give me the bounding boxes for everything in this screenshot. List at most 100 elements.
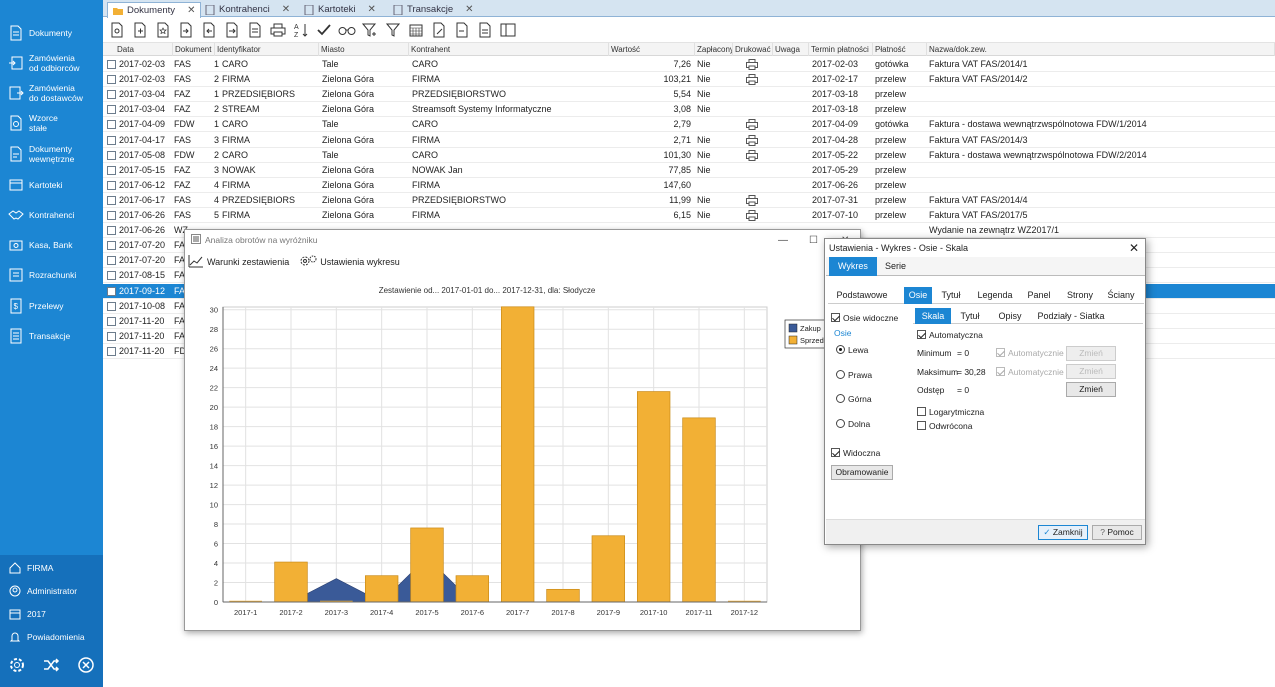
close-icon[interactable]: ✕ [187, 5, 195, 16]
printer-icon[interactable] [746, 149, 758, 161]
col-data[interactable]: Data [115, 43, 173, 56]
tab-wykres[interactable]: Wykres [829, 257, 877, 276]
tab-serie[interactable]: Serie [876, 257, 915, 276]
sidebar-item-zamowienia-dostawcow[interactable]: Zamówienia do dostawców [0, 78, 103, 108]
table-row[interactable]: 2017-03-04 FAZ 1 PRZEDSIĘBIORS Zielona Góra P… [103, 87, 1275, 103]
automatic-checkbox[interactable] [917, 330, 926, 339]
tab-sciany[interactable]: Ściany [1106, 287, 1136, 304]
document-back-icon[interactable] [452, 20, 472, 40]
document-edit-icon[interactable] [429, 20, 449, 40]
close-icon[interactable]: ✕ [368, 4, 376, 15]
row-checkbox[interactable] [107, 90, 116, 100]
sidebar-firma[interactable]: FIRMA [0, 558, 103, 578]
row-checkbox[interactable] [107, 165, 116, 175]
maximum-auto-checkbox[interactable] [996, 367, 1005, 376]
row-checkbox[interactable] [107, 226, 116, 236]
col-wartosc[interactable]: Wartość [609, 43, 695, 56]
printer-icon[interactable] [746, 74, 758, 86]
visible-checkbox[interactable] [831, 448, 840, 457]
sidebar-notifications[interactable]: Powiadomienia [0, 627, 103, 647]
sidebar-item-kontrahenci[interactable]: Kontrahenci [0, 200, 103, 230]
log-checkbox[interactable] [917, 407, 926, 416]
sort-az-icon[interactable]: AZ [291, 20, 311, 40]
minimize-icon[interactable]: — [778, 235, 788, 246]
close-icon[interactable]: ✕ [465, 4, 473, 15]
filter-icon[interactable] [383, 20, 403, 40]
minimum-change-button[interactable]: Zmień [1066, 346, 1116, 361]
table-row[interactable]: 2017-02-03 FAS 1 CARO Tale CARO 7,26 Nie 2017-02… [103, 57, 1275, 72]
chart-settings-button[interactable]: Ustawienia wykresu [299, 254, 400, 270]
gear-icon[interactable] [8, 656, 26, 676]
step-change-button[interactable]: Zmień [1066, 382, 1116, 397]
table-row[interactable]: 2017-02-03 FAS 2 FIRMA Zielona Góra FIRMA 103,… [103, 72, 1275, 88]
sidebar-item-transakcje[interactable]: Transakcje [0, 321, 103, 351]
row-checkbox[interactable] [107, 180, 116, 190]
preview-icon[interactable] [107, 20, 127, 40]
axis-lewa-radio[interactable] [836, 345, 845, 354]
sidebar-item-dokumenty-wewnetrzne[interactable]: Dokumenty wewnętrzne [0, 139, 103, 169]
calendar-grid-icon[interactable] [406, 20, 426, 40]
sidebar-item-zamowienia-odbiorcow[interactable]: Zamówienia od odbiorców [0, 48, 103, 78]
printer-icon[interactable] [746, 210, 758, 221]
binoculars-icon[interactable] [337, 20, 357, 40]
sidebar-item-kasa-bank[interactable]: Kasa, Bank [0, 230, 103, 260]
col-nazwa[interactable]: Nazwa/dok.zew. [927, 43, 1275, 56]
col-drukowac[interactable]: Drukować [733, 43, 773, 56]
table-row[interactable]: 2017-06-12 FAZ 4 FIRMA Zielona Góra FIRMA 147,… [103, 178, 1275, 193]
axis-dolna-radio[interactable] [836, 419, 845, 428]
columns-icon[interactable] [498, 20, 518, 40]
filter-add-icon[interactable] [360, 20, 380, 40]
row-checkbox[interactable] [107, 271, 116, 281]
sidebar-item-dokumenty[interactable]: Dokumenty [0, 18, 103, 48]
col-identyfikator[interactable]: Identyfikator [215, 43, 319, 56]
maximize-icon[interactable]: ☐ [809, 235, 818, 246]
row-checkbox[interactable] [107, 286, 116, 296]
row-checkbox[interactable] [107, 150, 116, 160]
export-icon[interactable] [176, 20, 196, 40]
col-dokument[interactable]: Dokument [173, 43, 215, 56]
tab-skala[interactable]: Skala [915, 308, 951, 324]
sidebar-item-kartoteki[interactable]: Kartoteki [0, 170, 103, 200]
forward-icon[interactable] [222, 20, 242, 40]
tab-osie[interactable]: Osie [904, 287, 932, 304]
row-checkbox[interactable] [107, 75, 116, 85]
row-checkbox[interactable] [107, 211, 116, 220]
tab-tytul-osi[interactable]: Tytuł [955, 308, 985, 324]
col-miasto[interactable]: Miasto [319, 43, 409, 56]
sidebar-item-rozrachunki[interactable]: Rozrachunki [0, 260, 103, 290]
sidebar-year[interactable]: 2017 [0, 604, 103, 624]
axis-prawa-radio[interactable] [836, 370, 845, 379]
document-lines-icon[interactable] [475, 20, 495, 40]
tab-opisy[interactable]: Opisy [995, 308, 1025, 324]
col-zaplacony[interactable]: Zapłacony [695, 43, 733, 56]
border-button[interactable]: Obramowanie [831, 465, 893, 480]
row-checkbox[interactable] [107, 316, 116, 326]
table-row[interactable]: 2017-04-09 FDW 1 CARO Tale CARO 2,79 2017-04-09… [103, 117, 1275, 133]
tab-panel[interactable]: Panel [1025, 287, 1053, 304]
inverted-checkbox[interactable] [917, 421, 926, 430]
printer-icon[interactable] [746, 59, 758, 70]
row-checkbox[interactable] [107, 135, 116, 145]
table-row[interactable]: 2017-04-17 FAS 3 FIRMA Zielona Góra FIRMA 2,71… [103, 133, 1275, 148]
sidebar-user[interactable]: Administrator [0, 581, 103, 601]
printer-icon[interactable] [746, 119, 758, 131]
conditions-button[interactable]: Warunki zestawienia [188, 254, 289, 270]
table-row[interactable]: 2017-06-26 FAS 5 FIRMA Zielona Góra FIRMA 6,15… [103, 208, 1275, 223]
axis-gorna-radio[interactable] [836, 394, 845, 403]
printer-icon[interactable] [746, 194, 758, 206]
col-platnosc[interactable]: Płatność [873, 43, 927, 56]
row-checkbox[interactable] [107, 120, 116, 130]
tab-kontrahenci[interactable]: Kontrahenci ✕ [200, 2, 295, 17]
table-row[interactable]: 2017-05-08 FDW 2 CARO Tale CARO 101,30 Nie 2017-… [103, 148, 1275, 163]
close-icon[interactable]: ✕ [282, 4, 290, 15]
printer-icon[interactable] [268, 20, 288, 40]
tab-kartoteki[interactable]: Kartoteki ✕ [299, 2, 381, 17]
tab-legenda[interactable]: Legenda [976, 287, 1014, 304]
axis-visible-checkbox[interactable] [831, 313, 840, 322]
row-checkbox[interactable] [107, 105, 116, 115]
col-uwaga[interactable]: Uwaga [773, 43, 809, 56]
document-list-icon[interactable] [245, 20, 265, 40]
col-kontrahent[interactable]: Kontrahent [409, 43, 609, 56]
add-document-icon[interactable] [130, 20, 150, 40]
import-icon[interactable] [199, 20, 219, 40]
